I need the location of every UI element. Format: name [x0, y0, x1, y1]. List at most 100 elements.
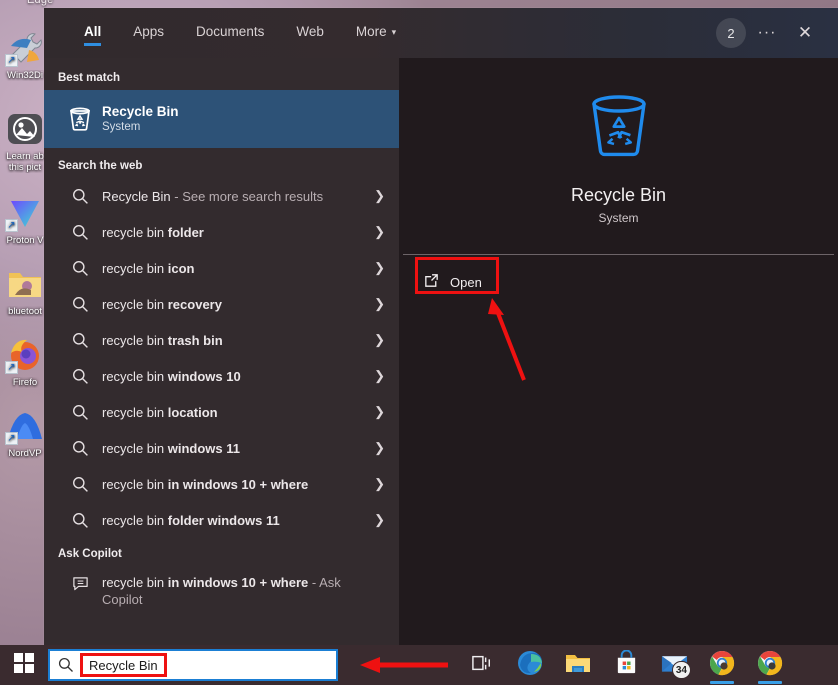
recycle-bin-icon [58, 105, 102, 133]
open-button[interactable]: Open [415, 267, 496, 297]
best-match-subtitle: System [102, 121, 141, 133]
chevron-right-icon: ❯ [374, 476, 385, 491]
ellipsis-icon[interactable]: ··· [750, 16, 784, 50]
web-result-label: Recycle Bin - See more search results [102, 188, 324, 204]
chevron-right-icon: ❯ [374, 404, 385, 419]
start-button[interactable] [0, 645, 48, 685]
shortcut-overlay-icon: ↗ [5, 432, 18, 445]
search-icon [58, 512, 102, 529]
desktop-icon-column: ↗ Win32Di Learn ab this pict ↗ Proton V … [0, 14, 50, 469]
web-result-row[interactable]: recycle bin windows 11 ❯ [44, 430, 399, 466]
chrome-icon [709, 650, 735, 681]
desktop-icon-label: Firefo [12, 377, 38, 388]
web-result-row[interactable]: recycle bin in windows 10 + where ❯ [44, 466, 399, 502]
web-result-label: recycle bin folder [102, 224, 204, 240]
web-result-label: recycle bin location [102, 404, 218, 420]
desktop-icon-nordvpn[interactable]: ↗ NordVP [0, 406, 50, 459]
web-result-row[interactable]: recycle bin folder ❯ [44, 214, 399, 250]
search-icon [58, 188, 102, 205]
web-result-label: recycle bin windows 10 [102, 368, 241, 384]
mail-unread-badge: 34 [671, 661, 691, 679]
web-result-label: recycle bin icon [102, 260, 195, 276]
desktop-icon-label: Win32Di [7, 70, 43, 81]
web-result-row[interactable]: recycle bin icon ❯ [44, 250, 399, 286]
tab-documents[interactable]: Documents [180, 8, 280, 52]
desktop-icon-win32disk[interactable]: ↗ Win32Di [0, 28, 50, 81]
web-result-row[interactable]: recycle bin location ❯ [44, 394, 399, 430]
ask-copilot-label: recycle bin in windows 10 + where - Ask … [102, 575, 341, 607]
web-result-row[interactable]: recycle bin folder windows 11 ❯ [44, 502, 399, 538]
screen: Edge ↗ Win32Di Learn ab this pict ↗ Prot… [0, 0, 838, 685]
web-result-label: recycle bin trash bin [102, 332, 223, 348]
tab-label: Apps [133, 24, 165, 39]
web-result-row[interactable]: recycle bin recovery ❯ [44, 286, 399, 322]
search-icon [58, 657, 74, 673]
taskbar-search-box[interactable]: Recycle Bin [48, 649, 338, 681]
desktop-icon-protonvpn[interactable]: ↗ Proton V [0, 193, 50, 246]
shortcut-overlay-icon: ↗ [5, 219, 18, 232]
close-icon[interactable]: ✕ [788, 16, 822, 50]
chevron-right-icon: ❯ [374, 188, 385, 203]
tab-label: Web [296, 24, 324, 39]
search-the-web-heading: Search the web [58, 160, 143, 172]
best-match-title: Recycle Bin [102, 104, 179, 119]
chevron-right-icon: ❯ [374, 260, 385, 275]
search-header-controls: 2 ··· ✕ [716, 8, 838, 58]
search-icon [58, 296, 102, 313]
desktop-icon-learn-about-picture[interactable]: Learn ab this pict [0, 109, 50, 173]
taskbar-item-file-explorer[interactable] [554, 645, 602, 685]
web-result-label: recycle bin recovery [102, 296, 222, 312]
preview-actions: Open [399, 255, 838, 297]
windows-start-icon [14, 652, 34, 678]
taskbar-item-chrome-1[interactable] [698, 645, 746, 685]
tab-label: More [355, 24, 387, 39]
open-label: Open [450, 274, 482, 290]
microsoft-store-icon [614, 649, 639, 680]
edge-icon [517, 650, 543, 681]
search-icon [58, 224, 102, 241]
desktop-icon-label: Learn ab [6, 151, 44, 162]
tab-web[interactable]: Web [280, 8, 340, 52]
taskbar-item-edge[interactable] [506, 645, 554, 685]
desktop-icon-label-line2: this pict [8, 162, 42, 173]
task-view-icon [471, 653, 493, 678]
tab-all[interactable]: All [68, 8, 117, 52]
search-icon [58, 476, 102, 493]
web-result-row[interactable]: recycle bin windows 10 ❯ [44, 358, 399, 394]
desktop-icon-label: Proton V [6, 235, 44, 246]
chrome-icon [757, 650, 783, 681]
annotation-box-search-value: Recycle Bin [80, 653, 167, 677]
taskbar-item-microsoft-store[interactable] [602, 645, 650, 685]
preview-subtitle: System [598, 210, 639, 225]
web-result-row[interactable]: Recycle Bin - See more search results ❯ [44, 178, 399, 214]
chat-bubble-icon [58, 574, 102, 592]
desktop-icon-bluetooth-folder[interactable]: bluetoot [0, 264, 50, 317]
task-view-button[interactable] [458, 645, 506, 685]
ask-copilot-result[interactable]: recycle bin in windows 10 + where - Ask … [44, 566, 399, 618]
annotation-arrow-to-search [360, 657, 448, 673]
tab-more[interactable]: More ▾ [340, 8, 412, 52]
chevron-right-icon: ❯ [374, 440, 385, 455]
web-result-row[interactable]: recycle bin trash bin ❯ [44, 322, 399, 358]
search-header: All Apps Documents Web More ▾ 2 ··· ✕ [44, 8, 838, 58]
windows-search-panel: All Apps Documents Web More ▾ 2 ··· ✕ Be… [44, 8, 838, 645]
recycle-bin-icon [581, 88, 657, 169]
search-preview-pane: Recycle Bin System Open [399, 58, 838, 645]
taskbar-item-mail[interactable]: 34 [650, 645, 698, 685]
folder-icon [5, 264, 45, 304]
desktop-icon-label: bluetoot [8, 306, 42, 317]
tab-apps[interactable]: Apps [117, 8, 180, 52]
best-match-result-recycle-bin[interactable]: Recycle Bin System [44, 90, 399, 148]
search-icon [58, 368, 102, 385]
desktop-icon-firefox[interactable]: ↗ Firefo [0, 335, 50, 388]
taskbar-item-chrome-2[interactable] [746, 645, 794, 685]
search-icon [58, 332, 102, 349]
search-results-list: Best match Recycle Bin System Search the… [44, 58, 399, 645]
search-input[interactable]: Recycle Bin [89, 658, 158, 673]
firefox-icon: ↗ [5, 335, 45, 375]
tab-label: All [84, 24, 102, 39]
web-result-label: recycle bin in windows 10 + where [102, 476, 309, 492]
open-external-icon [423, 272, 440, 292]
nordvpn-icon: ↗ [5, 406, 45, 446]
avatar[interactable]: 2 [716, 18, 746, 48]
